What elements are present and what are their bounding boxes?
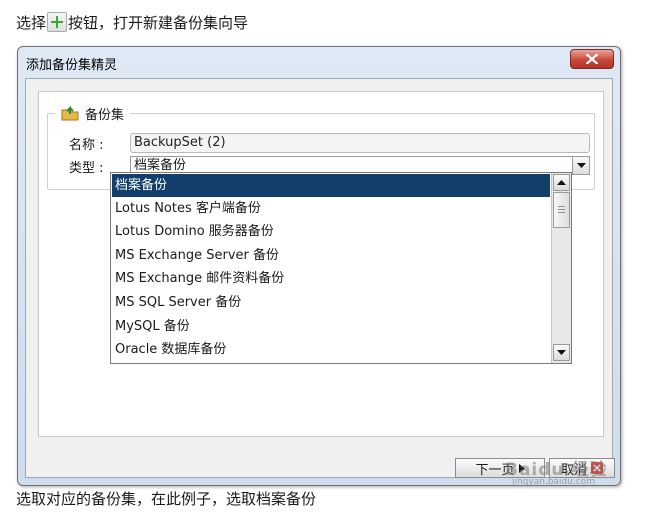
backup-set-name-input[interactable]: BackupSet (2) xyxy=(130,133,590,153)
grip-line xyxy=(558,209,565,210)
title-bar[interactable]: 添加备份集精灵 xyxy=(18,47,620,77)
type-label: 类型 : xyxy=(69,161,104,176)
group-header: 备份集 xyxy=(55,103,131,123)
backup-type-dropdown-list[interactable]: 档案备份 Lotus Notes 客户端备份 Lotus Domino 服务器备… xyxy=(110,172,572,364)
group-title: 备份集 xyxy=(85,107,125,123)
backup-type-option[interactable]: Lotus Notes 客户端备份 xyxy=(112,197,550,220)
backup-type-option[interactable]: MS SQL Server 备份 xyxy=(112,291,550,314)
grip-line xyxy=(558,212,565,213)
close-button[interactable] xyxy=(570,49,614,69)
backup-type-option[interactable]: 档案备份 xyxy=(112,174,550,197)
scroll-down-button[interactable] xyxy=(553,344,570,361)
chevron-up-icon xyxy=(557,180,566,185)
dropdown-arrow-button[interactable] xyxy=(572,157,589,174)
backup-type-option[interactable]: Lotus Domino 服务器备份 xyxy=(112,220,550,243)
add-button-icon xyxy=(47,12,68,32)
backup-type-selected-value: 档案备份 xyxy=(134,158,187,173)
caption-top-after: 按钮，打开新建备份集向导 xyxy=(68,14,249,32)
scroll-thumb[interactable] xyxy=(553,192,570,228)
scroll-up-button[interactable] xyxy=(553,174,570,191)
dropdown-scrollbar[interactable] xyxy=(551,173,571,363)
backup-type-option[interactable]: MySQL 备份 xyxy=(112,315,550,338)
caption-top-before: 选择 xyxy=(16,14,47,32)
grip-line xyxy=(558,206,565,207)
backup-type-option[interactable]: Oracle 数据库备份 xyxy=(112,338,550,361)
chevron-down-icon xyxy=(557,350,566,355)
instruction-caption-bottom: 选取对应的备份集，在此例子，选取档案备份 xyxy=(16,490,317,508)
instruction-caption-top: 选择 按钮，打开新建备份集向导 xyxy=(16,12,248,34)
chevron-down-icon xyxy=(576,163,586,168)
backup-type-option[interactable]: MS Exchange 邮件资料备份 xyxy=(112,267,550,290)
baidu-watermark-url: jingyan.baidu.com xyxy=(512,477,596,487)
backup-type-option[interactable]: MS Exchange Server 备份 xyxy=(112,244,550,267)
window-title: 添加备份集精灵 xyxy=(26,58,118,73)
close-x-icon xyxy=(586,54,598,64)
backup-set-icon xyxy=(61,105,79,121)
name-label: 名称 : xyxy=(69,138,104,153)
